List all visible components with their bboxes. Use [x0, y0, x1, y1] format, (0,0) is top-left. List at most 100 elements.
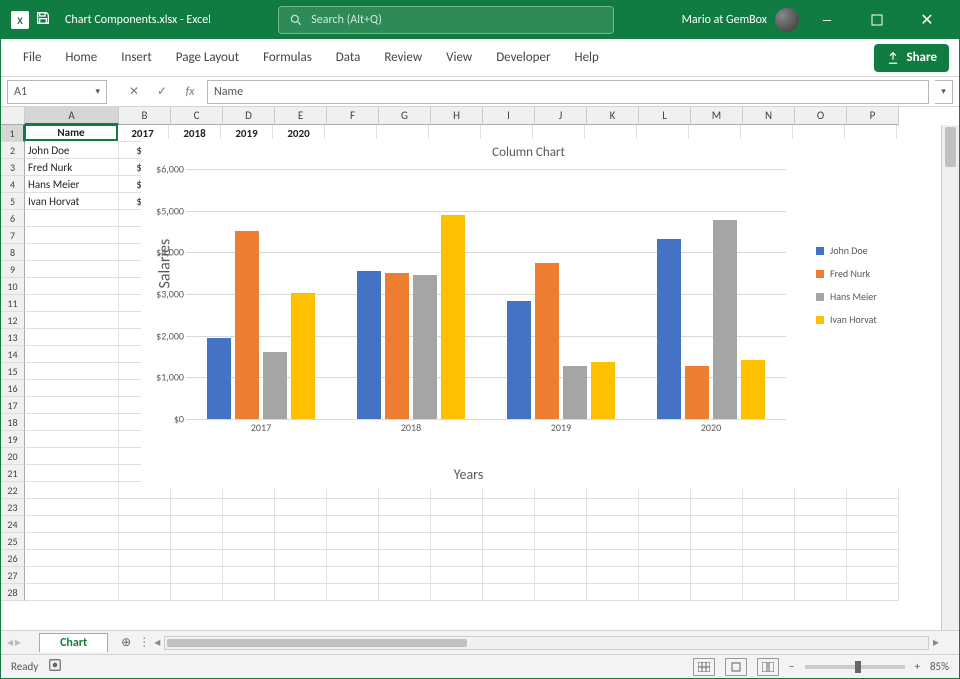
cell[interactable]: Fred Nurk — [25, 159, 119, 176]
cell[interactable] — [795, 533, 847, 550]
cell[interactable] — [171, 516, 223, 533]
cell[interactable] — [25, 363, 119, 380]
cell[interactable] — [25, 295, 119, 312]
row-header[interactable]: 17 — [1, 397, 25, 414]
cell[interactable] — [847, 499, 899, 516]
row-header[interactable]: 4 — [1, 176, 25, 193]
cell[interactable] — [25, 584, 119, 601]
cell[interactable] — [639, 499, 691, 516]
cell[interactable] — [483, 567, 535, 584]
cell[interactable] — [691, 584, 743, 601]
tab-developer[interactable]: Developer — [484, 39, 562, 76]
cell[interactable] — [25, 261, 119, 278]
cell[interactable] — [223, 516, 275, 533]
row-header[interactable]: 2 — [1, 142, 25, 159]
cell[interactable] — [223, 584, 275, 601]
zoom-in-button[interactable]: + — [915, 660, 920, 673]
col-header-N[interactable]: N — [743, 107, 795, 125]
cell[interactable] — [379, 516, 431, 533]
cell[interactable] — [119, 584, 171, 601]
tab-view[interactable]: View — [434, 39, 484, 76]
cell[interactable] — [25, 533, 119, 550]
cell[interactable] — [847, 567, 899, 584]
row-header[interactable]: 7 — [1, 227, 25, 244]
row-header[interactable]: 23 — [1, 499, 25, 516]
cell[interactable] — [25, 380, 119, 397]
cell[interactable] — [25, 312, 119, 329]
cell[interactable] — [483, 499, 535, 516]
cell[interactable] — [587, 516, 639, 533]
cell[interactable] — [171, 584, 223, 601]
col-header-P[interactable]: P — [847, 107, 899, 125]
cell[interactable] — [795, 516, 847, 533]
tab-review[interactable]: Review — [372, 39, 434, 76]
row-header[interactable]: 24 — [1, 516, 25, 533]
cell[interactable] — [587, 567, 639, 584]
cell[interactable] — [25, 516, 119, 533]
row-header[interactable]: 22 — [1, 482, 25, 499]
row-header[interactable]: 19 — [1, 431, 25, 448]
cell[interactable] — [691, 533, 743, 550]
cell[interactable] — [587, 550, 639, 567]
fx-icon[interactable]: fx — [179, 80, 201, 104]
macro-record-icon[interactable] — [48, 658, 62, 675]
normal-view-button[interactable] — [693, 658, 715, 676]
cell[interactable] — [431, 516, 483, 533]
cell[interactable] — [327, 499, 379, 516]
cell[interactable] — [223, 567, 275, 584]
cell[interactable] — [587, 533, 639, 550]
cell[interactable]: Name — [24, 124, 118, 141]
cell[interactable] — [483, 533, 535, 550]
cell[interactable] — [379, 584, 431, 601]
add-sheet-button[interactable]: ⊕ — [114, 631, 138, 655]
col-header-H[interactable]: H — [431, 107, 483, 125]
cell[interactable] — [119, 550, 171, 567]
sheet-nav[interactable]: ◂▸ — [1, 635, 27, 650]
cell[interactable] — [691, 567, 743, 584]
cell[interactable] — [483, 584, 535, 601]
row-header[interactable]: 10 — [1, 278, 25, 295]
sheet-tab-chart[interactable]: Chart — [39, 633, 108, 652]
cell[interactable] — [275, 584, 327, 601]
cell[interactable]: Ivan Horvat — [25, 193, 119, 210]
cell[interactable] — [639, 550, 691, 567]
cell[interactable] — [379, 499, 431, 516]
cell[interactable] — [743, 499, 795, 516]
cell[interactable] — [223, 533, 275, 550]
cell[interactable] — [275, 567, 327, 584]
page-layout-view-button[interactable] — [725, 658, 747, 676]
cell[interactable] — [795, 584, 847, 601]
cell[interactable] — [431, 499, 483, 516]
row-header[interactable]: 14 — [1, 346, 25, 363]
col-header-F[interactable]: F — [327, 107, 379, 125]
cell[interactable] — [743, 533, 795, 550]
cell[interactable] — [587, 584, 639, 601]
tab-file[interactable]: File — [11, 39, 53, 76]
cell[interactable] — [25, 278, 119, 295]
cell[interactable] — [847, 533, 899, 550]
col-header-E[interactable]: E — [275, 107, 327, 125]
cell[interactable] — [483, 550, 535, 567]
accept-formula-icon[interactable]: ✓ — [151, 80, 173, 104]
cell[interactable] — [743, 516, 795, 533]
cell[interactable] — [275, 533, 327, 550]
row-header[interactable]: 21 — [1, 465, 25, 482]
cell[interactable] — [275, 550, 327, 567]
cell[interactable] — [535, 567, 587, 584]
cell[interactable] — [847, 516, 899, 533]
cell[interactable] — [691, 499, 743, 516]
cell[interactable] — [795, 567, 847, 584]
col-header-L[interactable]: L — [639, 107, 691, 125]
row-header[interactable]: 9 — [1, 261, 25, 278]
col-header-C[interactable]: C — [171, 107, 223, 125]
cell[interactable] — [327, 567, 379, 584]
cell[interactable] — [743, 567, 795, 584]
tab-insert[interactable]: Insert — [109, 39, 164, 76]
cell[interactable] — [379, 567, 431, 584]
cancel-formula-icon[interactable]: ✕ — [123, 80, 145, 104]
col-header-I[interactable]: I — [483, 107, 535, 125]
tab-page-layout[interactable]: Page Layout — [164, 39, 251, 76]
cell[interactable] — [587, 499, 639, 516]
row-header[interactable]: 1 — [1, 125, 25, 142]
cell[interactable] — [743, 584, 795, 601]
